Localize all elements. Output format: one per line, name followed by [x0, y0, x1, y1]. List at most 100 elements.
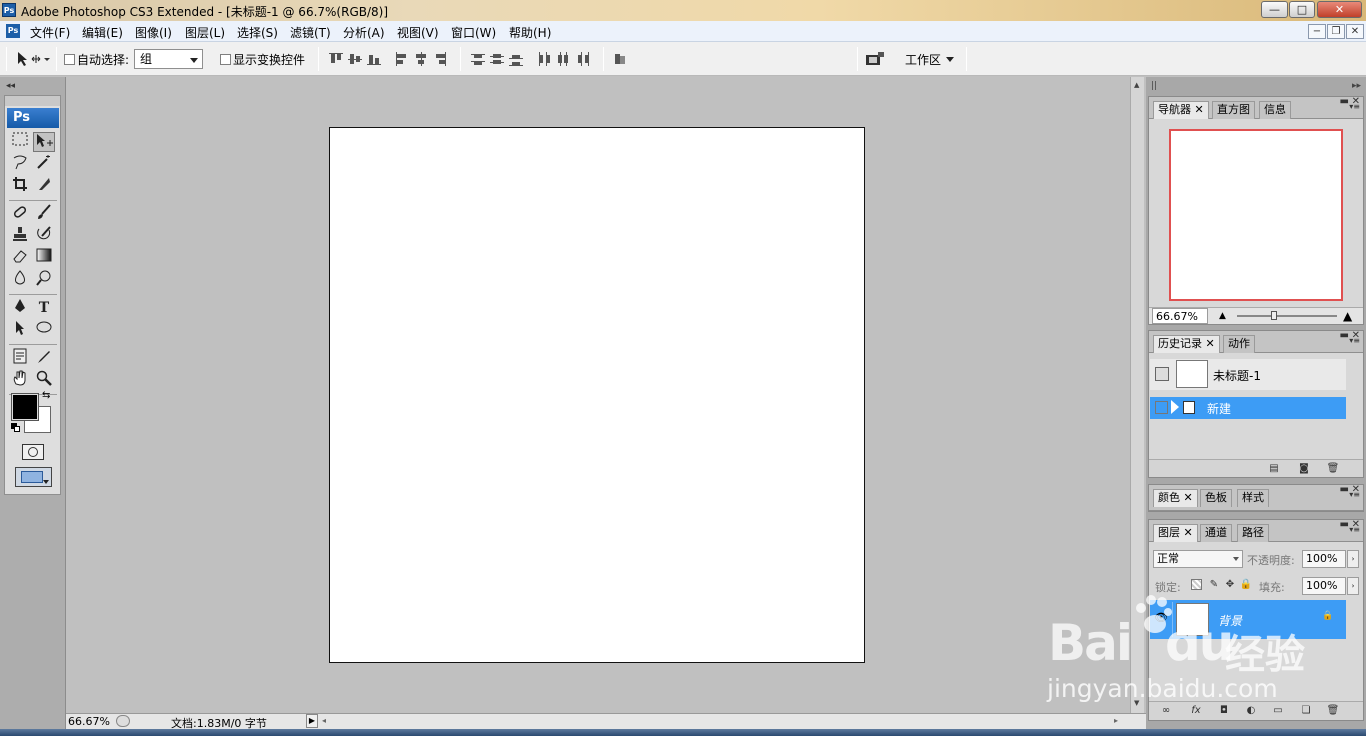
tab-layers[interactable]: 图层 ✕	[1153, 524, 1198, 542]
swap-colors-icon[interactable]: ⇆	[42, 390, 50, 401]
eraser-tool-icon[interactable]	[9, 248, 31, 268]
new-document-from-state-icon[interactable]: ▤	[1267, 463, 1281, 475]
menu-edit[interactable]: 编辑(E)	[82, 24, 123, 41]
zoom-tool-icon[interactable]	[33, 370, 55, 390]
panel-minimize-icon[interactable]: ▬	[1340, 330, 1349, 341]
tab-info[interactable]: 信息	[1259, 101, 1291, 119]
tab-actions[interactable]: 动作	[1223, 335, 1255, 353]
align-vcenter-icon[interactable]	[348, 52, 362, 66]
screen-mode-icon[interactable]	[15, 467, 52, 487]
tab-color[interactable]: 颜色 ✕	[1153, 489, 1198, 507]
doc-close-button[interactable]: ✕	[1346, 24, 1364, 39]
move-tool-icon[interactable]	[33, 132, 55, 152]
workspace-dropdown-arrow-icon[interactable]	[946, 57, 954, 62]
status-zoom[interactable]: 66.67%	[68, 715, 110, 728]
dock-grip[interactable]: ||	[1151, 81, 1157, 91]
doc-restore-button[interactable]: ❐	[1327, 24, 1345, 39]
blur-tool-icon[interactable]	[9, 270, 31, 290]
tab-channels[interactable]: 通道	[1200, 524, 1232, 542]
auto-align-layers-icon[interactable]	[613, 52, 627, 66]
panel-close-icon[interactable]: ✕	[1352, 519, 1360, 530]
add-mask-icon[interactable]: ◘	[1217, 705, 1231, 717]
layer-row-background[interactable]: 👁 背景 🔒	[1150, 600, 1346, 639]
lock-all-icon[interactable]: 🔒	[1239, 579, 1253, 591]
doc-minimize-button[interactable]: −	[1308, 24, 1326, 39]
menu-file[interactable]: 文件(F)	[30, 24, 70, 41]
notes-tool-icon[interactable]	[9, 348, 31, 368]
menu-select[interactable]: 选择(S)	[237, 24, 278, 41]
auto-select-checkbox[interactable]	[64, 54, 75, 65]
history-step-row[interactable]: 新建	[1150, 397, 1346, 419]
panel-close-icon[interactable]: ✕	[1352, 484, 1360, 495]
tab-history[interactable]: 历史记录 ✕	[1153, 335, 1220, 353]
distribute-top-icon[interactable]	[471, 52, 485, 66]
scroll-left-icon[interactable]: ◂	[322, 716, 326, 725]
expand-dock-icon[interactable]: ▸▸	[1352, 81, 1361, 91]
menu-image[interactable]: 图像(I)	[135, 24, 172, 41]
zoom-slider-thumb[interactable]	[1271, 311, 1277, 320]
navigator-zoom-slider[interactable]	[1237, 315, 1337, 317]
new-layer-icon[interactable]: ❏	[1299, 705, 1313, 717]
navigator-zoom-field[interactable]: 66.67%	[1152, 308, 1208, 324]
history-snapshot-row[interactable]: 未标题-1	[1150, 359, 1346, 390]
quick-mask-icon[interactable]	[22, 444, 44, 460]
ellipse-tool-icon[interactable]	[33, 320, 55, 340]
gradient-tool-icon[interactable]	[33, 248, 55, 268]
show-transform-checkbox[interactable]	[220, 54, 231, 65]
magic-wand-tool-icon[interactable]	[33, 154, 55, 174]
tab-paths[interactable]: 路径	[1237, 524, 1269, 542]
navigator-preview[interactable]	[1169, 129, 1343, 301]
align-bottom-icon[interactable]	[367, 52, 381, 66]
link-layers-icon[interactable]: ∞	[1159, 705, 1173, 717]
tab-histogram[interactable]: 直方图	[1212, 101, 1255, 119]
menu-help[interactable]: 帮助(H)	[509, 24, 551, 41]
crop-tool-icon[interactable]	[9, 176, 31, 196]
history-brush-tool-icon[interactable]	[33, 226, 55, 246]
clone-stamp-tool-icon[interactable]	[9, 226, 31, 246]
panel-close-icon[interactable]: ✕	[1352, 96, 1360, 107]
close-button[interactable]: ✕	[1317, 1, 1362, 18]
slice-tool-icon[interactable]	[33, 176, 55, 196]
vertical-scrollbar[interactable]: ▲ ▼	[1130, 77, 1144, 713]
create-snapshot-icon[interactable]: ◙	[1297, 463, 1311, 475]
lock-image-brush-icon[interactable]: ✎	[1207, 579, 1221, 591]
status-menu-arrow-icon[interactable]: ▶	[306, 714, 318, 728]
fill-slider-arrow-icon[interactable]: ›	[1347, 577, 1359, 595]
lasso-tool-icon[interactable]	[9, 154, 31, 174]
align-right-icon[interactable]	[433, 52, 447, 66]
photoshop-menu-icon[interactable]: Ps	[6, 24, 20, 38]
path-selection-tool-icon[interactable]	[9, 320, 31, 340]
type-tool-icon[interactable]: T	[33, 298, 55, 318]
panel-minimize-icon[interactable]: ▬	[1340, 96, 1349, 107]
distribute-hcenter-icon[interactable]	[556, 52, 570, 66]
distribute-vcenter-icon[interactable]	[490, 52, 504, 66]
history-brush-source-icon[interactable]	[1155, 401, 1168, 414]
pen-tool-icon[interactable]	[9, 298, 31, 318]
zoom-out-mountain-icon[interactable]: ▲	[1219, 311, 1226, 321]
panel-minimize-icon[interactable]: ▬	[1340, 484, 1349, 495]
layer-visibility-eye-icon[interactable]: 👁	[1153, 611, 1169, 627]
menu-layer[interactable]: 图层(L)	[185, 24, 225, 41]
distribute-left-icon[interactable]	[537, 52, 551, 66]
panel-close-icon[interactable]: ✕	[1352, 330, 1360, 341]
scroll-down-icon[interactable]: ▼	[1134, 699, 1139, 707]
delete-layer-icon[interactable]: 🗑	[1326, 705, 1340, 717]
default-colors-icon[interactable]	[11, 423, 20, 432]
tab-swatches[interactable]: 色板	[1200, 489, 1232, 507]
menu-window[interactable]: 窗口(W)	[451, 24, 496, 41]
brush-tool-icon[interactable]	[33, 204, 55, 224]
opacity-field[interactable]: 100%	[1302, 550, 1346, 568]
move-tool-preset-icon[interactable]	[16, 50, 50, 68]
hand-tool-icon[interactable]	[9, 370, 31, 390]
layer-style-fx-icon[interactable]: fx	[1189, 705, 1203, 717]
distribute-bottom-icon[interactable]	[509, 52, 523, 66]
align-left-icon[interactable]	[395, 52, 409, 66]
scroll-right-icon[interactable]: ▸	[1114, 716, 1118, 725]
maximize-button[interactable]: □	[1289, 1, 1315, 18]
menu-filter[interactable]: 滤镜(T)	[290, 24, 331, 41]
distribute-right-icon[interactable]	[575, 52, 589, 66]
new-group-icon[interactable]: ▭	[1271, 705, 1285, 717]
lock-position-move-icon[interactable]: ✥	[1223, 579, 1237, 591]
workspace-button[interactable]: 工作区	[905, 51, 941, 68]
opacity-slider-arrow-icon[interactable]: ›	[1347, 550, 1359, 568]
